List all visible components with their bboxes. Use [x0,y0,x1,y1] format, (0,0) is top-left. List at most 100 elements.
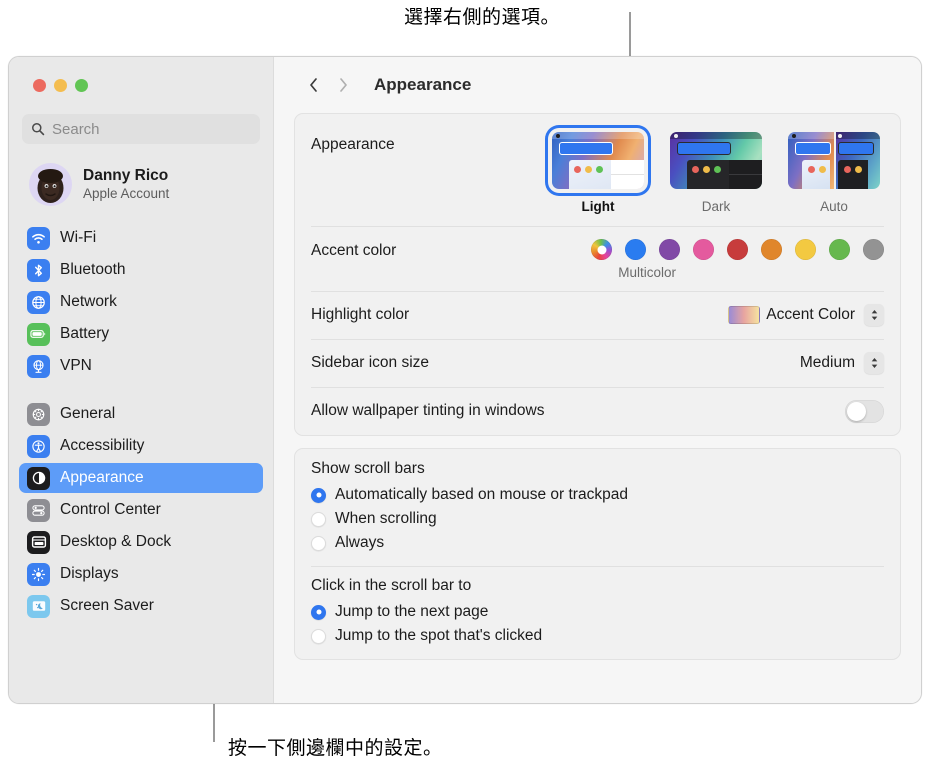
sidebar-item-accessibility[interactable]: Accessibility [19,431,263,461]
click-scroll-bar-title: Click in the scroll bar to [311,577,472,594]
radio-jump-next-page[interactable]: Jump to the next page [311,600,884,624]
sidebar-item-control-center[interactable]: Control Center [19,495,263,525]
accent-color-swatches [591,239,884,260]
sidebar-label: Appearance [60,469,144,486]
search-input[interactable]: Search [22,114,260,144]
sidebar-icon-size-row: Sidebar icon size Medium [295,339,900,387]
control-center-icon [27,498,50,522]
accent-swatch-pink[interactable] [693,239,714,260]
sidebar-label: Screen Saver [60,597,154,614]
back-chevron-icon[interactable] [300,72,326,98]
accent-color-row: Accent color Multicolor [295,226,900,291]
globe-icon [27,290,50,314]
account-row[interactable]: Danny Rico Apple Account [23,160,263,209]
sidebar-item-desktop-dock[interactable]: Desktop & Dock [19,527,263,557]
wallpaper-tinting-toggle[interactable] [845,399,884,423]
highlight-color-value: Accent Color [766,306,855,323]
avatar [29,163,72,206]
wallpaper-tinting-label: Allow wallpaper tinting in windows [311,402,545,419]
wallpaper-tinting-row: Allow wallpaper tinting in windows [295,387,900,435]
toggle-knob [847,401,866,421]
sidebar-group-connectivity: Wi-Fi Bluetooth Network Battery VPN [19,223,263,381]
system-settings-window: Search Danny Rico Apple Account Wi-Fi Bl… [8,56,922,704]
appearance-option-light[interactable]: Light [548,128,648,214]
radio-always[interactable]: Always [311,531,884,555]
accent-swatch-multicolor[interactable] [591,239,612,260]
radio-jump-to-spot[interactable]: Jump to the spot that's clicked [311,624,884,648]
search-placeholder: Search [52,120,100,138]
account-subtitle: Apple Account [83,186,170,202]
search-icon [32,123,45,136]
appearance-row: Appearance Light Dark Auto [295,114,900,226]
highlight-color-label: Highlight color [311,306,410,323]
sidebar-label: Desktop & Dock [60,533,172,550]
battery-icon [27,322,50,346]
sidebar-icon-size-popup[interactable]: Medium [800,352,884,374]
sidebar-item-displays[interactable]: Displays [19,559,263,589]
dark-theme-thumbnail [670,132,762,189]
auto-theme-thumbnail [788,132,880,189]
sidebar-item-appearance[interactable]: Appearance [19,463,263,493]
sidebar-item-battery[interactable]: Battery [19,319,263,349]
desktop-dock-icon [27,530,50,554]
sidebar-label: Bluetooth [60,261,126,278]
accent-swatch-red[interactable] [727,239,748,260]
appearance-option-auto[interactable]: Auto [784,128,884,214]
minimize-button[interactable] [54,79,67,92]
highlight-color-chip [728,306,761,324]
radio-button [311,511,326,527]
sidebar-icon-size-label: Sidebar icon size [311,354,430,371]
appearance-label: Appearance [311,136,395,153]
sidebar-item-bluetooth[interactable]: Bluetooth [19,255,263,285]
sidebar-item-general[interactable]: General [19,399,263,429]
wifi-icon [27,226,50,250]
accessibility-icon [27,434,50,458]
accent-swatch-purple[interactable] [659,239,680,260]
highlight-color-popup[interactable]: Accent Color [728,304,884,326]
theme-name: Light [581,199,615,214]
zoom-button[interactable] [75,79,88,92]
radio-label: When scrolling [335,510,437,527]
account-name: Danny Rico [83,167,169,185]
sidebar-label: Battery [60,325,110,342]
page-title: Appearance [374,75,472,94]
sidebar-label: Network [60,293,117,310]
accent-swatch-graphite[interactable] [863,239,884,260]
accent-swatch-blue[interactable] [625,239,646,260]
close-button[interactable] [33,79,46,92]
radio-button [311,628,326,644]
sidebar-item-vpn[interactable]: VPN [19,351,263,381]
gear-icon [27,402,50,426]
chevron-updown-icon [864,352,884,374]
radio-label: Always [335,534,385,551]
show-scroll-bars-title: Show scroll bars [311,460,425,477]
sidebar-label: Control Center [60,501,161,518]
sidebar-label: Displays [60,565,119,582]
annotation-top: 選擇右側的選項。 [404,7,561,28]
radio-automatically[interactable]: Automatically based on mouse or trackpad [311,483,884,507]
appearance-settings-card: Appearance Light Dark Auto Accent color … [294,113,901,436]
theme-name: Dark [701,199,731,214]
chevron-updown-icon [864,304,884,326]
forward-chevron-icon[interactable] [330,72,356,98]
sidebar-group-system: General Accessibility Appearance Control… [19,399,263,621]
sidebar-label: General [60,405,116,422]
sidebar-item-screen-saver[interactable]: Screen Saver [19,591,263,621]
appearance-option-dark[interactable]: Dark [666,128,766,214]
sidebar-icon-size-value: Medium [799,354,855,371]
radio-button [311,535,326,551]
radio-when-scrolling[interactable]: When scrolling [311,507,884,531]
accent-swatch-orange[interactable] [761,239,782,260]
accent-swatch-yellow[interactable] [795,239,816,260]
accent-color-caption: Multicolor [618,265,676,280]
toolbar: Appearance [294,57,901,113]
accent-swatch-green[interactable] [829,239,850,260]
appearance-icon [27,466,50,490]
sidebar-item-wi-fi[interactable]: Wi-Fi [19,223,263,253]
sidebar: Search Danny Rico Apple Account Wi-Fi Bl… [9,57,274,703]
screen-saver-icon [27,594,50,618]
click-scroll-bar-section: Click in the scroll bar to Jump to the n… [295,566,900,659]
sidebar-label: Accessibility [60,437,145,454]
sidebar-item-network[interactable]: Network [19,287,263,317]
radio-button [311,487,326,503]
